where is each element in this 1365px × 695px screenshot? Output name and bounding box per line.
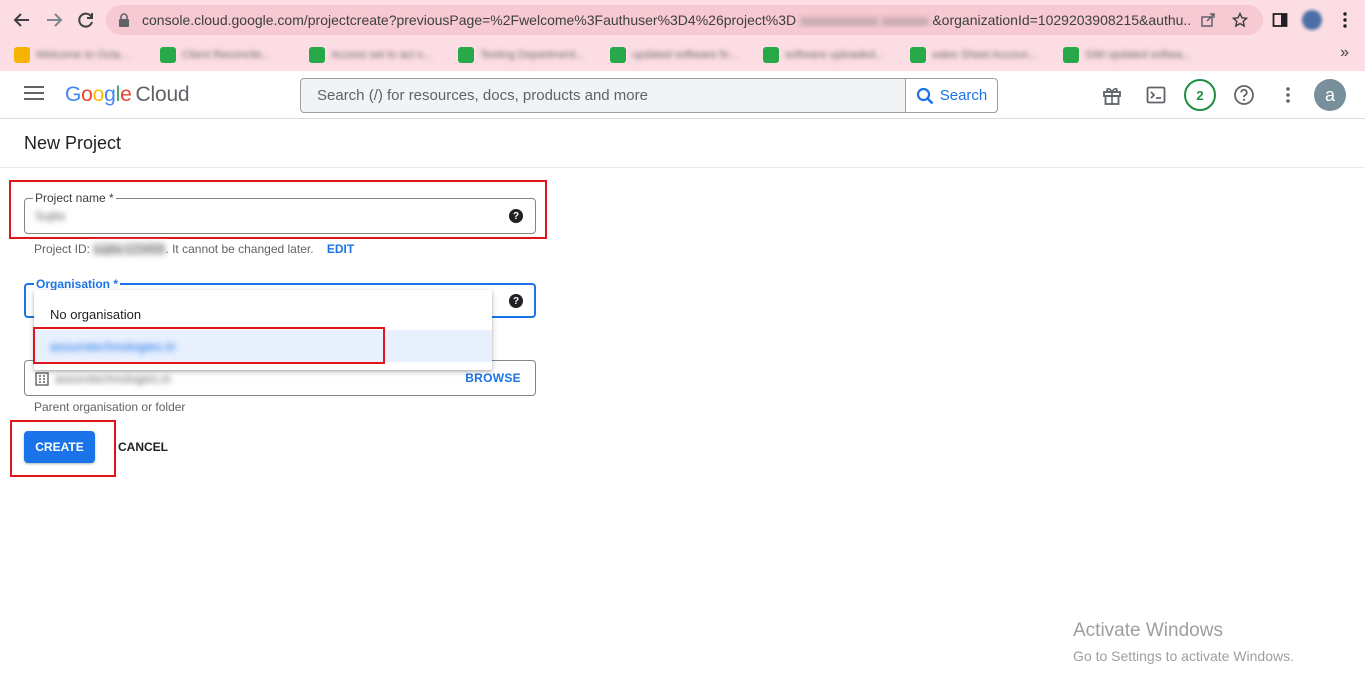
lock-icon	[119, 13, 129, 27]
search-input[interactable]	[301, 79, 905, 112]
sheets-icon	[763, 47, 779, 63]
highlight-box	[33, 327, 385, 364]
search-icon	[916, 87, 934, 104]
bookmarks-bar: Welcome to Octa... Client Reconcile... A…	[0, 40, 1365, 71]
avatar[interactable]: a	[1314, 79, 1346, 111]
edit-project-id-link[interactable]: EDIT	[327, 242, 354, 256]
sheets-icon	[610, 47, 626, 63]
browse-button[interactable]: BROWSE	[465, 371, 521, 385]
highlight-box	[10, 420, 116, 477]
google-cloud-logo[interactable]: Google Cloud	[65, 83, 190, 107]
bookmark-item[interactable]: updated software fo...	[610, 44, 738, 66]
sheets-icon	[910, 47, 926, 63]
cancel-button[interactable]: CANCEL	[112, 431, 174, 463]
location-hint: Parent organisation or folder	[34, 400, 186, 414]
help-icon[interactable]	[1232, 83, 1256, 107]
search-box: Search	[300, 78, 998, 113]
address-row: console.cloud.google.com/projectcreate?p…	[0, 0, 1365, 40]
organisation-label: Organisation *	[34, 277, 121, 291]
project-id-hint: Project ID: sujita-123456. It cannot be …	[34, 242, 355, 256]
page-title: New Project	[24, 133, 122, 153]
bookmark-star-icon[interactable]	[1232, 12, 1248, 28]
bookmark-item[interactable]: sales Sheet Accoun...	[910, 44, 1038, 66]
sheets-icon	[458, 47, 474, 63]
console-header: GoogleCloud Search 2 a	[0, 71, 1365, 119]
page-title-bar: New Project	[0, 119, 1365, 168]
help-icon[interactable]: ?	[509, 294, 523, 308]
sheets-icon	[160, 47, 176, 63]
cloud-shell-icon[interactable]	[1144, 83, 1168, 107]
sheets-icon	[1063, 47, 1079, 63]
notification-count-badge[interactable]: 2	[1184, 79, 1216, 111]
bookmarks-overflow-icon[interactable]: »	[1340, 44, 1349, 62]
browser-chrome: console.cloud.google.com/projectcreate?p…	[0, 0, 1365, 71]
activation-watermark: Activate Windows Go to Settings to activ…	[1073, 620, 1294, 664]
browser-menu-icon[interactable]	[1333, 8, 1357, 32]
bookmark-item[interactable]: Access set to act s...	[309, 44, 432, 66]
organisation-building-icon	[35, 372, 49, 386]
project-id-value: sujita-123456	[93, 242, 166, 256]
address-bar[interactable]: console.cloud.google.com/projectcreate?p…	[106, 5, 1263, 35]
back-icon[interactable]	[10, 8, 34, 32]
bookmark-item[interactable]: SIM updated softwa...	[1063, 44, 1191, 66]
gift-icon[interactable]	[1100, 83, 1124, 107]
bookmark-item[interactable]: Testing Department...	[458, 44, 585, 66]
search-button[interactable]: Search	[905, 79, 997, 112]
bookmark-item[interactable]: Welcome to Octa...	[14, 44, 129, 66]
bookmark-item[interactable]: software uploaded...	[763, 44, 884, 66]
highlight-box	[9, 180, 547, 239]
more-vert-icon[interactable]	[1276, 83, 1300, 107]
org-option-none[interactable]: No organisation	[34, 298, 492, 330]
bookmark-favicon-icon	[14, 47, 30, 63]
forward-icon[interactable]	[42, 8, 66, 32]
location-value: assurotechnologies.in	[55, 372, 172, 386]
side-panel-icon[interactable]	[1268, 8, 1292, 32]
hamburger-menu-icon[interactable]	[24, 86, 44, 102]
sheets-icon	[309, 47, 325, 63]
bookmark-item[interactable]: Client Reconcile...	[160, 44, 271, 66]
share-icon[interactable]	[1200, 12, 1216, 28]
reload-icon[interactable]	[74, 8, 98, 32]
profile-icon[interactable]	[1300, 8, 1324, 32]
url-text: console.cloud.google.com/projectcreate?p…	[142, 12, 1192, 28]
